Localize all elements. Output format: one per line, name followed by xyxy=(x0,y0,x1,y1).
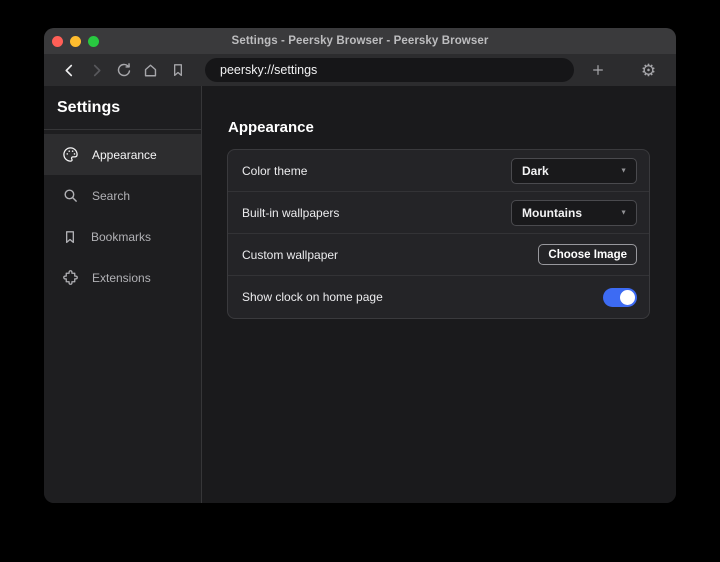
choose-image-button[interactable]: Choose Image xyxy=(538,244,637,265)
settings-main-panel: Appearance Color theme Dark ▼ Built-in w… xyxy=(202,86,676,503)
new-tab-button[interactable] xyxy=(584,57,611,84)
setting-row-builtin-wallpapers: Built-in wallpapers Mountains ▼ xyxy=(228,192,649,234)
select-value: Mountains xyxy=(522,206,582,220)
forward-button[interactable] xyxy=(83,57,110,84)
setting-row-color-theme: Color theme Dark ▼ xyxy=(228,150,649,192)
toggle-knob xyxy=(620,290,635,305)
appearance-settings-card: Color theme Dark ▼ Built-in wallpapers M… xyxy=(227,149,650,319)
sidebar-item-label: Extensions xyxy=(92,271,151,285)
content-area: Settings Appearance xyxy=(44,86,676,503)
magnifier-icon xyxy=(62,187,79,204)
sidebar-title: Settings xyxy=(57,99,187,117)
title-bar: Settings - Peersky Browser - Peersky Bro… xyxy=(44,28,676,54)
sidebar-item-search[interactable]: Search xyxy=(44,175,201,216)
chevron-left-icon xyxy=(61,62,78,79)
bookmark-icon xyxy=(170,62,186,78)
puzzle-icon xyxy=(62,269,79,286)
select-value: Dark xyxy=(522,164,549,178)
close-button[interactable] xyxy=(52,36,63,47)
traffic-lights xyxy=(52,28,99,54)
setting-label: Built-in wallpapers xyxy=(242,206,339,220)
sidebar-item-bookmarks[interactable]: Bookmarks xyxy=(44,216,201,257)
caret-down-icon: ▼ xyxy=(620,210,627,217)
bookmark-icon xyxy=(62,229,78,245)
address-bar[interactable]: peersky://settings xyxy=(205,58,574,82)
sidebar-item-appearance[interactable]: Appearance xyxy=(44,134,201,175)
minimize-button[interactable] xyxy=(70,36,81,47)
home-button[interactable] xyxy=(137,57,164,84)
reload-button[interactable] xyxy=(110,57,137,84)
zoom-button[interactable] xyxy=(88,36,99,47)
setting-label: Custom wallpaper xyxy=(242,248,338,262)
gear-icon: ⚙ xyxy=(641,62,656,79)
bookmark-button[interactable] xyxy=(164,57,191,84)
url-text: peersky://settings xyxy=(220,63,317,77)
settings-sidebar: Settings Appearance xyxy=(44,86,202,503)
setting-row-custom-wallpaper: Custom wallpaper Choose Image xyxy=(228,234,649,276)
page-title: Appearance xyxy=(228,119,650,136)
color-theme-select[interactable]: Dark ▼ xyxy=(511,158,637,184)
sidebar-nav: Appearance Search Bookmarks xyxy=(44,134,201,298)
setting-label: Color theme xyxy=(242,164,307,178)
home-icon xyxy=(142,62,159,79)
sidebar-item-label: Bookmarks xyxy=(91,230,151,244)
browser-window: Settings - Peersky Browser - Peersky Bro… xyxy=(44,28,676,503)
browser-settings-button[interactable]: ⚙ xyxy=(635,57,662,84)
reload-icon xyxy=(116,62,132,78)
wallpaper-select[interactable]: Mountains ▼ xyxy=(511,200,637,226)
palette-icon xyxy=(62,146,79,163)
setting-row-show-clock: Show clock on home page xyxy=(228,276,649,318)
navigation-bar: peersky://settings ⚙ xyxy=(44,54,676,86)
sidebar-item-extensions[interactable]: Extensions xyxy=(44,257,201,298)
sidebar-item-label: Appearance xyxy=(92,148,157,162)
chevron-right-icon xyxy=(88,62,105,79)
plus-icon xyxy=(590,62,606,78)
caret-down-icon: ▼ xyxy=(620,168,627,175)
window-title: Settings - Peersky Browser - Peersky Bro… xyxy=(44,35,676,47)
back-button[interactable] xyxy=(56,57,83,84)
setting-label: Show clock on home page xyxy=(242,290,383,304)
sidebar-item-label: Search xyxy=(92,189,130,203)
sidebar-header: Settings xyxy=(44,86,201,130)
clock-toggle[interactable] xyxy=(603,288,637,307)
